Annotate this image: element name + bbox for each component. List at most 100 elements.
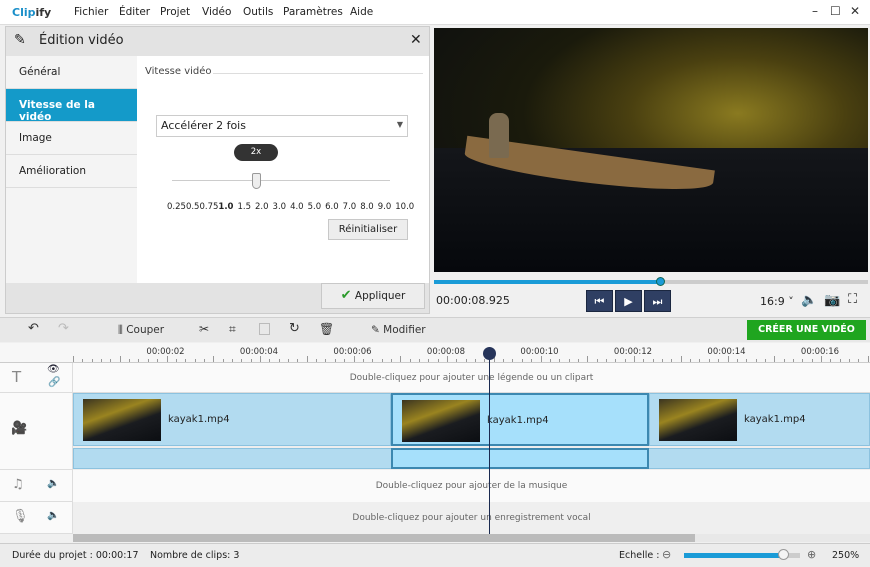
speed-ticks: 0.25 0.5 0.75 1.0 1.5 2.0 3.0 4.0 5.0 6.0 7.0 8.0 9.… <box>167 202 414 212</box>
zoom-in-icon[interactable]: ⊕ <box>807 548 816 561</box>
speed-tick[interactable]: 8.0 <box>360 202 374 212</box>
speed-slider-thumb[interactable] <box>252 173 261 189</box>
split-icon: ⫼ <box>118 324 123 336</box>
undo-icon[interactable]: ↶ <box>28 321 39 336</box>
volume-icon[interactable]: 🔈 <box>801 293 817 308</box>
fullscreen-icon[interactable]: ⛶ <box>848 292 857 307</box>
edit-icon: ✎ <box>14 32 26 48</box>
apply-button[interactable]: ✔ Appliquer <box>321 283 425 309</box>
clip-name: kayak1.mp4 <box>487 415 549 426</box>
aspect-value: 16:9 <box>760 295 785 308</box>
cut-button[interactable]: ⫼ Couper <box>118 324 164 337</box>
chevron-down-icon: ▼ <box>396 120 403 129</box>
section-label: Vitesse vidéo <box>145 66 212 77</box>
title-bar: Clipify Fichier Éditer Projet Vidéo Outi… <box>0 0 870 25</box>
tab-image[interactable]: Image <box>6 122 137 155</box>
menu-outils[interactable]: Outils <box>243 6 273 18</box>
redo-icon[interactable]: ↷ <box>58 321 69 336</box>
clip-thumbnail <box>402 400 480 442</box>
edit-panel: ✎ Édition vidéo ✕ Général Vitesse de la … <box>5 26 430 314</box>
playback-progress[interactable] <box>434 277 868 286</box>
status-bar: Durée du projet : 00:00:17 Nombre de cli… <box>0 543 870 567</box>
speed-tick[interactable]: 0.75 <box>199 202 218 212</box>
speed-tick[interactable]: 4.0 <box>290 202 304 212</box>
speed-settings: Vitesse vidéo Accélérer 2 fois ▼ 2x 0.25 0… <box>137 56 429 283</box>
close-panel-icon[interactable]: ✕ <box>410 32 422 48</box>
current-time: 00:00:08.925 <box>436 294 510 307</box>
scissors-icon[interactable]: ✂ <box>199 322 209 336</box>
ruler-tick: 00:00:12 <box>613 347 653 357</box>
speed-tick[interactable]: 6.0 <box>325 202 339 212</box>
rotate-icon[interactable]: ↻ <box>289 321 300 336</box>
speed-tick[interactable]: 0.25 <box>167 202 186 212</box>
menu-projet[interactable]: Projet <box>160 6 190 18</box>
speed-tick[interactable]: 7.0 <box>343 202 357 212</box>
speaker-icon[interactable]: 🔈 <box>47 510 59 521</box>
speed-slider-track[interactable] <box>172 180 390 181</box>
speed-tick[interactable]: 3.0 <box>273 202 287 212</box>
horizontal-scrollbar[interactable] <box>73 534 870 542</box>
progress-knob[interactable] <box>655 277 665 286</box>
speed-tick[interactable]: 2.0 <box>255 202 269 212</box>
edit-panel-header: ✎ Édition vidéo ✕ <box>6 27 429 56</box>
text-track[interactable]: Double-cliquez pour ajouter une légende … <box>73 363 870 393</box>
ruler-tick: 00:00:14 <box>707 347 746 357</box>
close-window-icon[interactable]: ✕ <box>850 4 860 18</box>
clip[interactable]: kayak1.mp4 <box>73 393 391 446</box>
tab-general[interactable]: Général <box>6 56 137 89</box>
prev-frame-button[interactable]: ⏮ <box>586 290 613 312</box>
aspect-ratio-select[interactable]: 16:9 ˅ <box>760 295 794 308</box>
zoom-out-icon[interactable]: ⊖ <box>662 548 671 561</box>
next-frame-button[interactable]: ⏭ <box>644 290 671 312</box>
video-track-header: 🎥 <box>0 393 73 470</box>
speed-tick[interactable]: 0.5 <box>186 202 200 212</box>
voice-track[interactable]: Double-cliquez pour ajouter un enregistr… <box>73 502 870 534</box>
scrollbar-thumb[interactable] <box>73 534 695 542</box>
menu-editer[interactable]: Éditer <box>119 6 150 18</box>
crop-icon[interactable]: ⌗ <box>229 322 236 337</box>
clip-selected[interactable]: kayak1.mp4 <box>391 393 649 446</box>
trash-icon[interactable]: 🗑 <box>319 322 334 336</box>
ruler-tick: 00:00:06 <box>333 347 372 357</box>
timeline-ruler[interactable]: 00:00:02 00:00:04 00:00:06 00:00:08 00:00:10… <box>0 343 870 363</box>
modify-button[interactable]: ✎ Modifier <box>371 324 426 336</box>
zoom-slider-thumb[interactable] <box>777 549 789 560</box>
clip[interactable]: kayak1.mp4 <box>649 393 870 446</box>
divider <box>213 73 423 74</box>
video-preview[interactable] <box>434 28 868 272</box>
play-button[interactable]: ▶ <box>615 290 642 312</box>
camera-icon[interactable]: 📷 <box>824 293 840 308</box>
speed-tick[interactable]: 9.0 <box>378 202 392 212</box>
speaker-icon[interactable]: 🔈 <box>47 478 59 489</box>
tab-amelioration[interactable]: Amélioration <box>6 155 137 188</box>
menu-video[interactable]: Vidéo <box>202 6 231 18</box>
speed-tick[interactable]: 1.5 <box>237 202 251 212</box>
speed-select[interactable]: Accélérer 2 fois ▼ <box>156 115 408 137</box>
eye-icon[interactable]: 👁 <box>47 364 60 375</box>
menu-fichier[interactable]: Fichier <box>74 6 108 18</box>
menu-aide[interactable]: Aide <box>350 6 373 18</box>
playhead[interactable] <box>483 347 496 534</box>
playhead-handle[interactable] <box>483 347 496 360</box>
maximize-icon[interactable]: ☐ <box>830 4 841 18</box>
duration-label: Durée du projet : <box>12 550 93 561</box>
link-icon[interactable]: 🔗 <box>48 377 60 388</box>
reset-button[interactable]: Réinitialiser <box>328 219 408 240</box>
microphone-icon: 🎙 <box>12 509 29 524</box>
speed-tick[interactable]: 5.0 <box>308 202 322 212</box>
clip-thumbnail <box>83 399 161 441</box>
clip-thumbnail <box>659 399 737 441</box>
tab-speed[interactable]: Vitesse de la vidéo <box>6 89 137 123</box>
speed-tick[interactable]: 1.0 <box>218 202 233 212</box>
scale-label: Echelle : <box>619 550 660 561</box>
music-track[interactable]: Double-cliquez pour ajouter de la musiqu… <box>73 470 870 502</box>
minimize-icon[interactable]: – <box>812 4 818 18</box>
ruler-tick: 00:00:02 <box>146 347 185 357</box>
frame-icon[interactable] <box>259 323 270 335</box>
menu-parametres[interactable]: Paramètres <box>283 6 343 18</box>
edit-icon: ✎ <box>371 324 380 336</box>
clip-audio-selected[interactable] <box>391 448 649 469</box>
clip-name: kayak1.mp4 <box>744 414 806 425</box>
create-video-button[interactable]: CRÉER UNE VIDÉO <box>747 320 866 340</box>
speed-tick[interactable]: 10.0 <box>395 202 414 212</box>
